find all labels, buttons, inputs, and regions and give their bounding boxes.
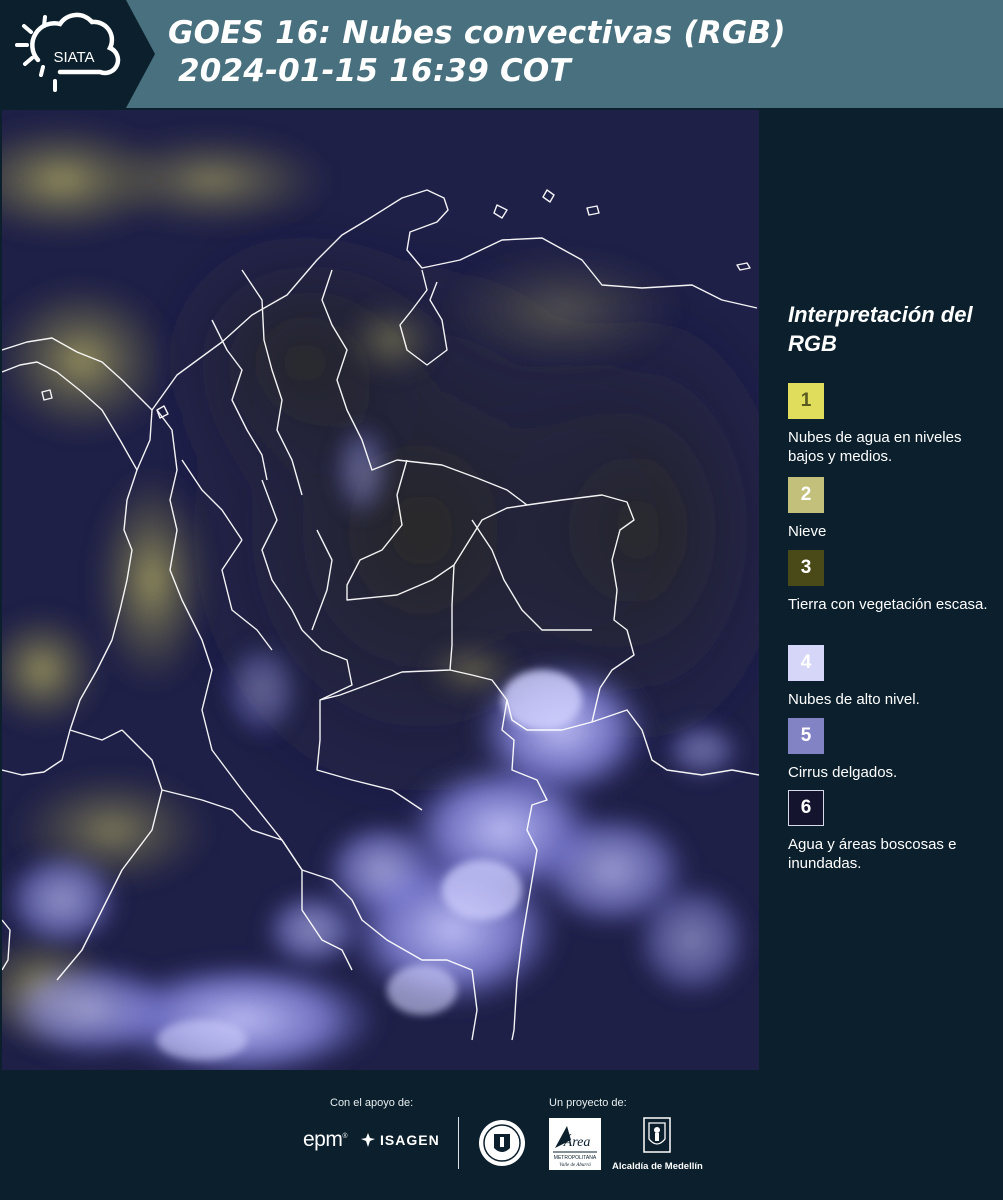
legend-label-3: Tierra con vegetación escasa.: [788, 596, 988, 613]
isagen-logo-text: ISAGEN: [380, 1132, 440, 1148]
legend-item-4: 4 Nubes de alto nivel.: [788, 645, 988, 709]
medellin-seal-icon: [479, 1120, 525, 1166]
header-bar: SIATA GOES 16: Nubes convectivas (RGB) 2…: [0, 0, 1003, 108]
svg-text:SIATA: SIATA: [53, 49, 94, 66]
legend-item-2: 2 Nieve: [788, 477, 988, 541]
legend-item-3: 3 Tierra con vegetación escasa.: [788, 550, 988, 614]
legend-label-2: Nieve: [788, 523, 827, 540]
legend-item-6: 6 Agua y áreas boscosas e inundadas.: [788, 790, 988, 873]
legend-item-1: 1 Nubes de agua en niveles bajos y medio…: [788, 383, 988, 466]
support-label: Con el apoyo de:: [330, 1097, 414, 1109]
footer-divider: [458, 1117, 459, 1169]
epm-logo-text: epm: [303, 1128, 343, 1151]
legend-label-1: Nubes de agua en niveles bajos y medios.: [788, 429, 962, 465]
legend-title: Interpretación del RGB: [788, 302, 973, 356]
legend-number-4: 4: [800, 652, 812, 673]
alcaldia-shield-icon: [643, 1117, 671, 1153]
legend-swatch-2: 2: [788, 477, 824, 513]
siata-logo: SIATA: [0, 0, 155, 108]
alcaldia-text: Alcaldía de Medellín: [612, 1161, 703, 1172]
legend-label-5: Cirrus delgados.: [788, 764, 898, 781]
legend-number-1: 1: [800, 390, 812, 411]
satellite-map: [2, 110, 759, 1070]
legend-number-6: 6: [800, 797, 812, 818]
area-metropolitana-mark-icon: Área METROPOLITANA Valle de Aburrá: [549, 1118, 601, 1170]
legend-panel: Interpretación del RGB 1 Nubes de agua e…: [788, 300, 993, 872]
legend-item-5: 5 Cirrus delgados.: [788, 718, 988, 782]
legend-swatch-5: 5: [788, 718, 824, 754]
footer: Con el apoyo de: Un proyecto de: epm® IS…: [0, 1070, 1003, 1200]
isagen-mark-icon: [361, 1133, 375, 1147]
svg-text:Área: Área: [563, 1133, 591, 1150]
timestamp: 2024-01-15 16:39 COT: [178, 53, 571, 89]
legend-swatch-6: 6: [788, 790, 824, 826]
page-title: GOES 16: Nubes convectivas (RGB): [168, 15, 786, 51]
project-label: Un proyecto de:: [549, 1097, 627, 1109]
legend-swatch-4: 4: [788, 645, 824, 681]
legend-swatch-1: 1: [788, 383, 824, 419]
alcaldia-logo: Alcaldía de Medellín: [612, 1117, 703, 1172]
title-block: GOES 16: Nubes convectivas (RGB) 2024-01…: [168, 14, 786, 90]
satellite-image: [2, 110, 759, 1070]
svg-text:Valle de Aburrá: Valle de Aburrá: [559, 1163, 591, 1168]
svg-text:METROPOLITANA: METROPOLITANA: [554, 1155, 597, 1161]
area-metropolitana-logo: Área METROPOLITANA Valle de Aburrá: [549, 1118, 601, 1170]
legend-swatch-3: 3: [788, 550, 824, 586]
epm-logo: epm®: [303, 1128, 348, 1151]
legend-number-3: 3: [800, 557, 812, 578]
legend-label-6: Agua y áreas boscosas e inundadas.: [788, 836, 957, 872]
isagen-logo: ISAGEN: [360, 1132, 440, 1148]
legend-number-5: 5: [800, 725, 812, 746]
legend-number-2: 2: [800, 484, 812, 505]
legend-label-4: Nubes de alto nivel.: [788, 691, 920, 708]
